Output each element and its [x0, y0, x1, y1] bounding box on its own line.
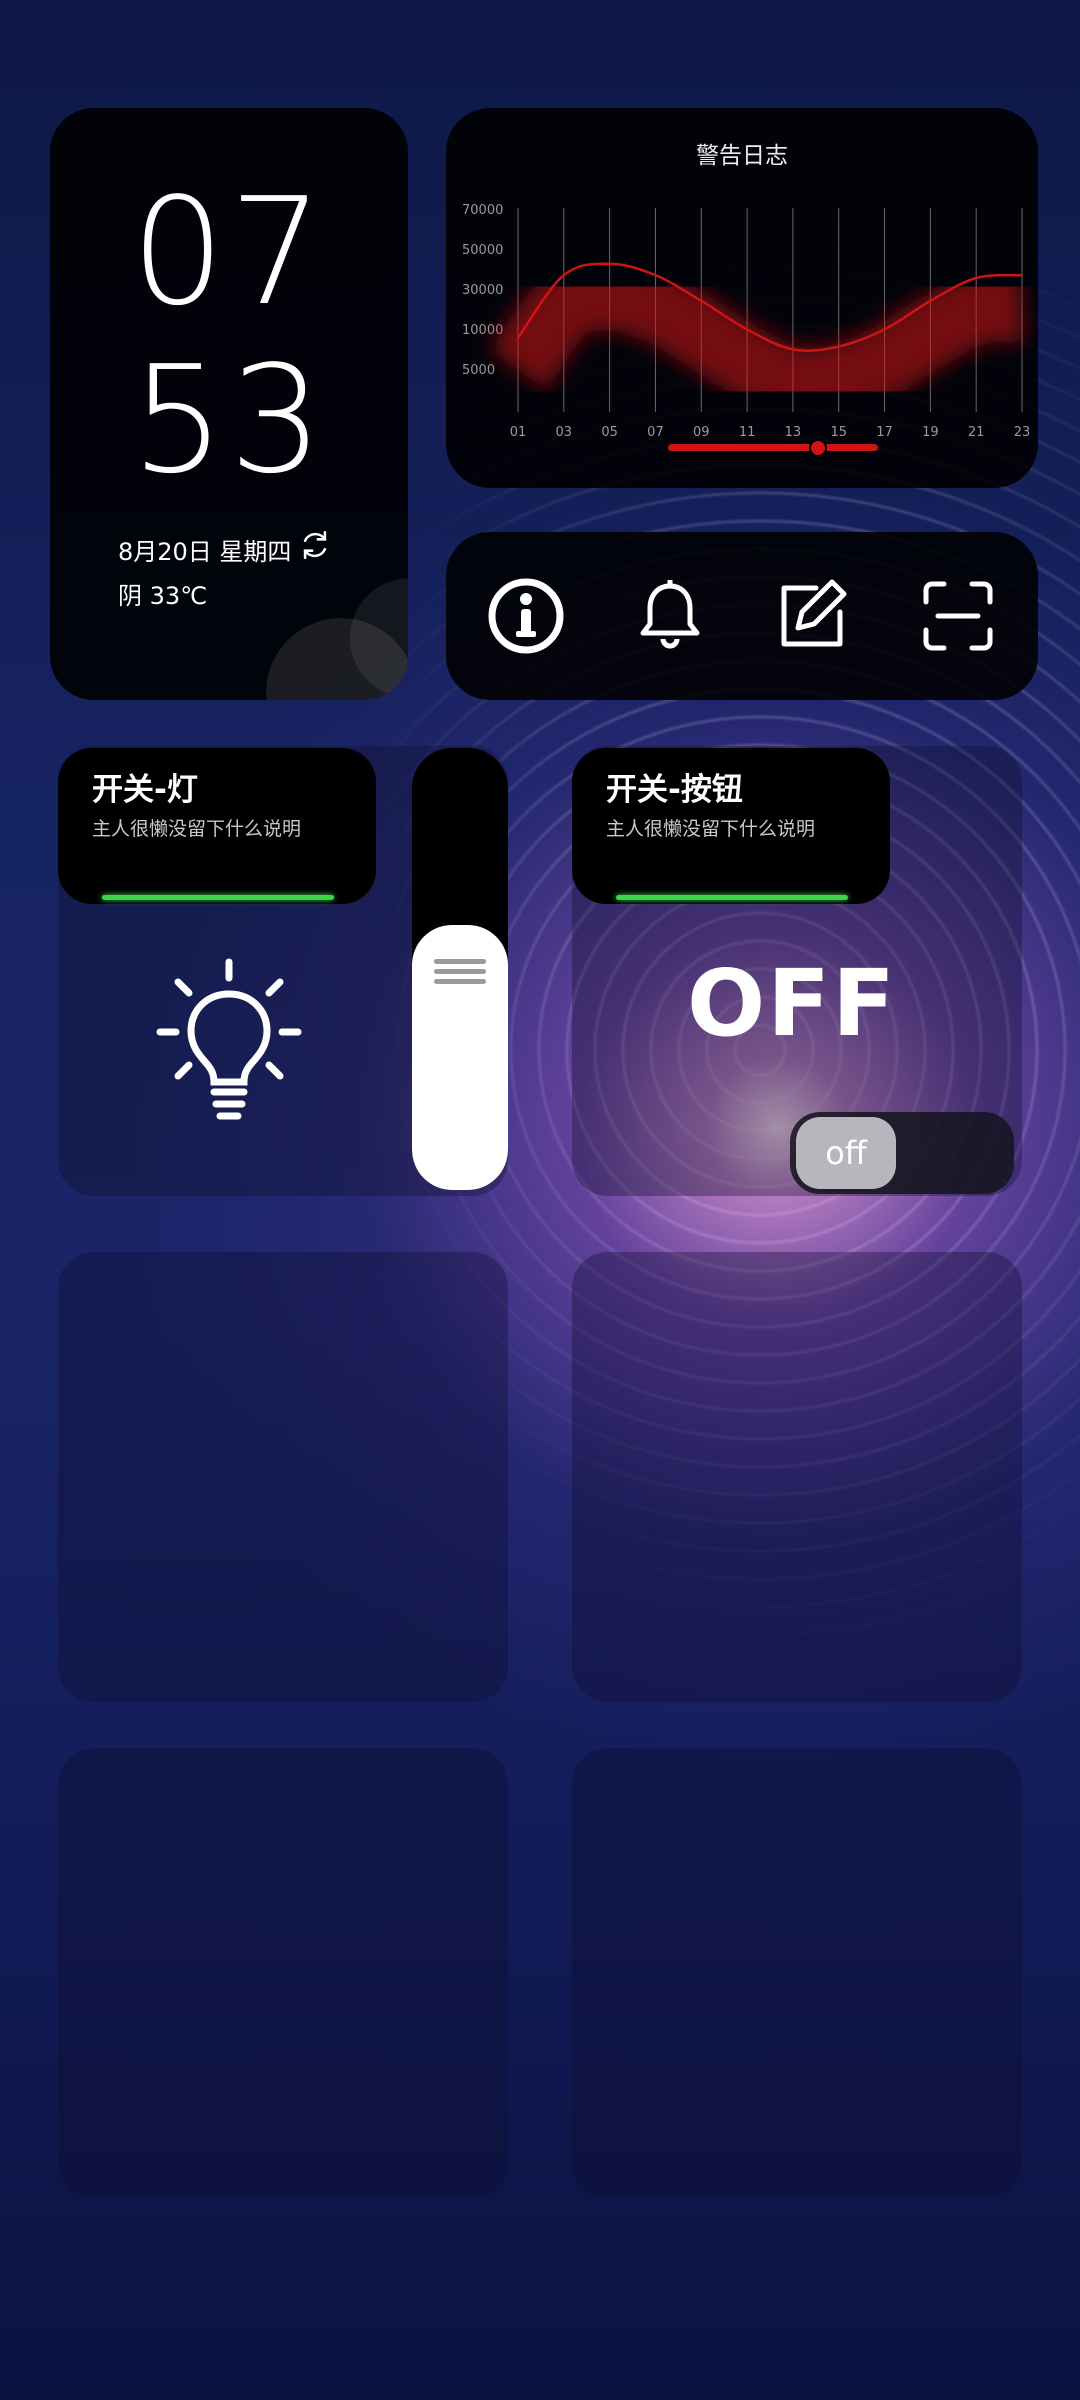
quick-actions-bar	[446, 532, 1038, 700]
clock-date: 8月20日 星期四	[118, 538, 292, 566]
switch-state-text: OFF	[687, 950, 897, 1057]
range-handle	[809, 439, 827, 457]
power-toggle[interactable]: off	[790, 1112, 1014, 1194]
info-icon[interactable]	[486, 576, 566, 656]
bell-icon[interactable]	[630, 576, 710, 656]
scan-icon[interactable]	[918, 576, 998, 656]
slider-fill[interactable]	[412, 925, 508, 1190]
light-switch-title: 开关-灯	[92, 772, 198, 808]
range-track	[668, 444, 878, 451]
chart-range-slider[interactable]	[446, 108, 1038, 488]
slider-grip-line	[434, 959, 486, 964]
empty-widget-slot[interactable]	[58, 1252, 508, 1702]
clock-minute: 53	[130, 334, 328, 506]
slider-grip-line	[434, 979, 486, 984]
clock-hour: 07	[130, 166, 328, 338]
light-switch-header: 开关-灯 主人很懒没留下什么说明	[58, 748, 376, 904]
brightness-slider[interactable]	[412, 748, 508, 1190]
weather-text: 阴 33℃	[118, 582, 208, 610]
status-indicator-line	[102, 895, 334, 900]
button-switch-description: 主人很懒没留下什么说明	[606, 818, 816, 840]
lightbulb-icon[interactable]	[156, 958, 302, 1128]
edit-icon[interactable]	[772, 576, 852, 656]
button-switch-header: 开关-按钮 主人很懒没留下什么说明	[572, 748, 890, 904]
alert-log-chart[interactable]: 警告日志 70000 50000 30000 10000 5000 01 03 05 07 09 1…	[446, 108, 1038, 488]
clock-widget[interactable]: 07 53 8月20日 星期四 阴 33℃	[50, 108, 408, 700]
slider-grip-line	[434, 969, 486, 974]
refresh-icon[interactable]	[298, 528, 332, 562]
empty-widget-slot[interactable]	[572, 1748, 1022, 2198]
button-switch-title: 开关-按钮	[606, 772, 743, 808]
toggle-knob[interactable]: off	[796, 1117, 896, 1189]
empty-widget-slot[interactable]	[58, 1748, 508, 2198]
status-indicator-line	[616, 895, 848, 900]
light-switch-description: 主人很懒没留下什么说明	[92, 818, 302, 840]
empty-widget-slot[interactable]	[572, 1252, 1022, 1702]
